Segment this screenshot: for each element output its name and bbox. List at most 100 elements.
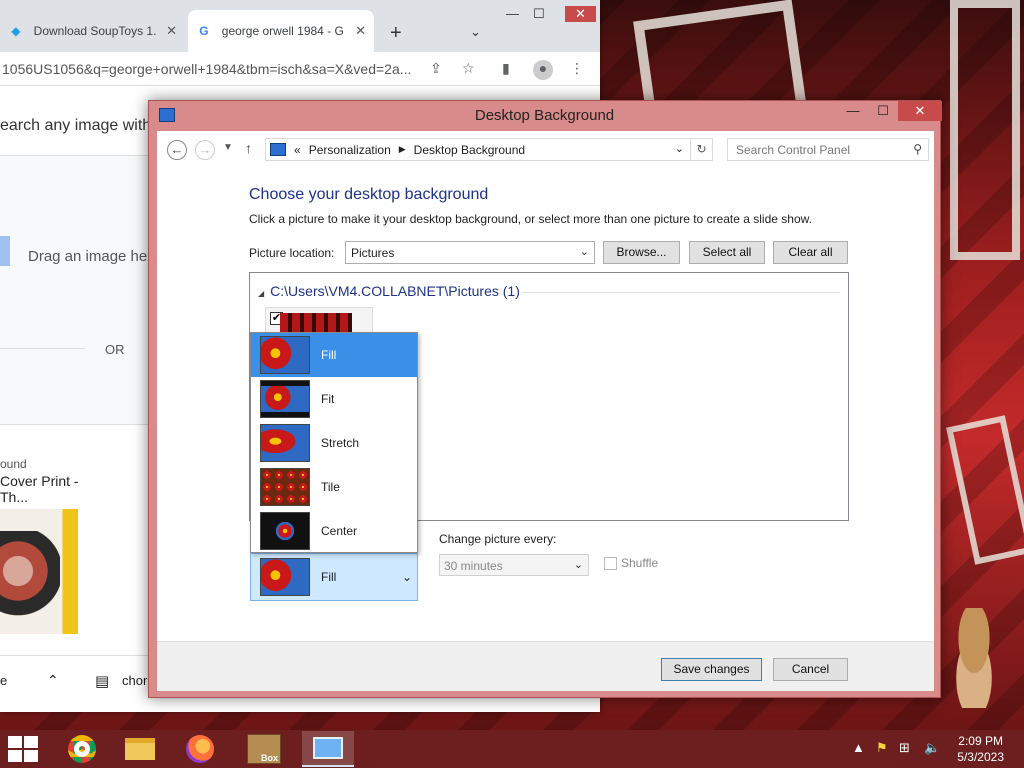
option-label: Fit xyxy=(321,392,335,406)
close-window-icon[interactable]: ✕ xyxy=(565,6,596,22)
souptoys-icon: ◆ xyxy=(11,24,21,38)
souptoys-taskbar-icon[interactable]: Box xyxy=(238,731,290,767)
shuffle-label: Shuffle xyxy=(621,556,659,570)
firefox-icon[interactable] xyxy=(174,731,226,767)
network-icon[interactable]: ⊞ xyxy=(899,740,910,756)
start-button-icon[interactable] xyxy=(8,736,38,762)
recent-pages-chevron-icon[interactable]: ▼ xyxy=(223,142,233,153)
show-hidden-icons-chevron-icon[interactable]: ▲ xyxy=(852,740,865,755)
picture-position-value: Fill xyxy=(321,570,337,584)
search-input[interactable]: Search Control Panel ⚲ xyxy=(727,138,929,161)
profile-avatar-icon[interactable]: ● xyxy=(533,60,553,80)
breadcrumb-separator-icon: ▶ xyxy=(398,144,406,154)
folder-group-header[interactable]: ◢ C:\Users\VM4.COLLABNET\Pictures (1) xyxy=(258,283,520,299)
close-tab-icon[interactable]: ✕ xyxy=(166,23,177,39)
close-icon[interactable]: ✕ xyxy=(898,101,942,121)
volume-muted-icon[interactable]: 🔈 xyxy=(924,740,940,756)
address-bar[interactable]: 1056US1056&q=george+orwell+1984&tbm=isch… xyxy=(0,52,600,86)
action-center-flag-icon[interactable]: ⚑ xyxy=(876,740,888,756)
tile-preview-icon xyxy=(260,468,310,506)
position-option-center[interactable]: Center xyxy=(251,509,417,553)
picture-position-dropdown: Fill Fit Stretch Tile Center xyxy=(250,332,418,553)
chevron-down-icon: ⌄ xyxy=(401,570,412,584)
dialog-body: ← → ▼ ↑ « Personalization ▶ Desktop Back… xyxy=(157,131,934,691)
change-picture-select[interactable]: 30 minutes ⌄ xyxy=(439,554,589,576)
breadcrumb[interactable]: « Personalization ▶ Desktop Background ⌄ xyxy=(265,138,691,161)
option-label: Stretch xyxy=(321,436,360,450)
hamster-desktop-toy[interactable] xyxy=(943,608,1005,708)
chevron-down-icon: ⌄ xyxy=(573,559,583,571)
new-tab-button[interactable]: + xyxy=(390,22,402,45)
back-arrow-icon[interactable]: ← xyxy=(167,140,187,160)
fill-preview-icon xyxy=(260,558,310,596)
divider xyxy=(522,292,840,293)
picture-position-select[interactable]: Fill ⌄ xyxy=(250,553,418,601)
file-icon: ▤ xyxy=(95,672,110,690)
tab-label: george orwell 1984 - G xyxy=(221,24,344,38)
clock-date: 5/3/2023 xyxy=(957,750,1004,764)
clear-all-button[interactable]: Clear all xyxy=(773,241,848,264)
wallpaper-shape xyxy=(950,0,1020,260)
chrome-icon[interactable] xyxy=(56,731,108,767)
tab-label: Download SoupToys 1.8 xyxy=(33,24,157,38)
clock-time: 2:09 PM xyxy=(958,734,1003,748)
dialog-title: Desktop Background xyxy=(474,107,615,124)
download-item-label: e xyxy=(0,673,8,688)
cancel-button[interactable]: Cancel xyxy=(773,658,848,681)
position-option-fill[interactable]: Fill xyxy=(251,333,417,377)
maximize-icon[interactable]: ☐ xyxy=(533,6,545,22)
refresh-icon[interactable]: ↻ xyxy=(691,138,713,161)
desktop-background-dialog: Desktop Background — ☐ ✕ ← → ▼ ↑ « Perso… xyxy=(148,100,942,698)
shuffle-check-box[interactable] xyxy=(604,556,617,570)
minimize-icon[interactable]: — xyxy=(506,6,519,21)
image-drop-panel[interactable]: Drag an image he OR xyxy=(0,155,150,425)
tab-search-icon[interactable]: ⌄ xyxy=(470,24,481,40)
tab-souptoys[interactable]: ◆ Download SoupToys 1.8 ✕ xyxy=(0,10,185,52)
url-text: 1056US1056&q=george+orwell+1984&tbm=isch… xyxy=(2,60,412,77)
fit-preview-icon xyxy=(260,380,310,418)
page-description: Click a picture to make it your desktop … xyxy=(249,212,812,226)
image-drop-icon xyxy=(0,236,10,266)
breadcrumb-personalization[interactable]: Personalization xyxy=(309,143,391,157)
minimize-icon[interactable]: — xyxy=(839,101,867,121)
breadcrumb-overflow[interactable]: « xyxy=(294,143,301,157)
fill-preview-icon xyxy=(260,336,310,374)
search-icon[interactable]: ⚲ xyxy=(913,142,922,156)
tab-google-search[interactable]: G george orwell 1984 - G ✕ xyxy=(188,10,374,52)
share-icon[interactable]: ⇪ xyxy=(430,60,442,77)
box-label: Box xyxy=(260,753,278,763)
system-clock[interactable]: 2:09 PM 5/3/2023 xyxy=(957,733,1004,765)
bookmark-star-icon[interactable]: ☆ xyxy=(462,60,475,77)
collapse-triangle-icon[interactable]: ◢ xyxy=(258,289,264,298)
drag-image-text: Drag an image he xyxy=(28,248,148,265)
chevron-up-icon[interactable]: ⌃ xyxy=(47,672,59,689)
shuffle-checkbox[interactable]: Shuffle xyxy=(604,556,658,570)
position-option-fit[interactable]: Fit xyxy=(251,377,417,421)
breadcrumb-desktop-background[interactable]: Desktop Background xyxy=(414,143,525,157)
up-arrow-icon[interactable]: ↑ xyxy=(245,140,252,156)
side-panel-icon[interactable]: ▮ xyxy=(502,60,510,77)
close-tab-icon[interactable]: ✕ xyxy=(355,23,366,39)
option-label: Tile xyxy=(321,480,340,494)
maximize-icon[interactable]: ☐ xyxy=(869,101,897,121)
select-all-button[interactable]: Select all xyxy=(689,241,765,264)
browse-button[interactable]: Browse... xyxy=(603,241,680,264)
chevron-down-icon[interactable]: ⌄ xyxy=(675,142,684,155)
result-thumbnail-image[interactable] xyxy=(0,509,78,634)
result-source: ound xyxy=(0,457,27,471)
picture-location-select[interactable]: Pictures ⌄ xyxy=(345,241,595,264)
download-item-label[interactable]: chor xyxy=(122,673,147,688)
menu-kebab-icon[interactable]: ⋮ xyxy=(570,60,584,77)
search-hint-text: earch any image with xyxy=(0,117,152,134)
position-option-tile[interactable]: Tile xyxy=(251,465,417,509)
navigation-bar: ← → ▼ ↑ « Personalization ▶ Desktop Back… xyxy=(157,131,934,169)
divider xyxy=(0,348,85,349)
result-title: Cover Print - Th... xyxy=(0,473,79,505)
save-changes-button[interactable]: Save changes xyxy=(661,658,762,681)
position-option-stretch[interactable]: Stretch xyxy=(251,421,417,465)
control-panel-taskbar-icon[interactable] xyxy=(302,731,354,767)
forward-arrow-icon[interactable]: → xyxy=(195,140,215,160)
tab-strip: ◆ Download SoupToys 1.8 ✕ G george orwel… xyxy=(0,0,600,52)
dialog-titlebar[interactable]: Desktop Background — ☐ ✕ xyxy=(149,101,942,131)
file-explorer-icon[interactable] xyxy=(114,731,166,767)
